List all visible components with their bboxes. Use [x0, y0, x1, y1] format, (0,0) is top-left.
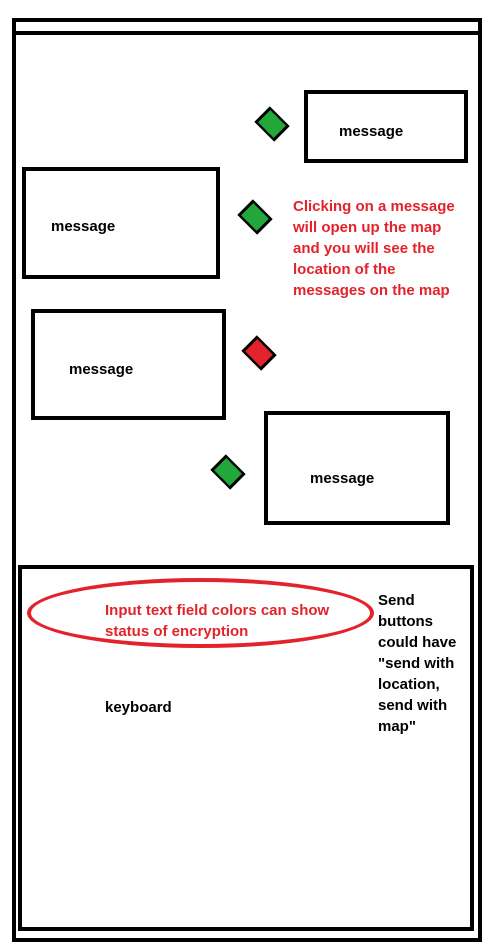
- annotation-line: Input text field colors can show: [105, 602, 330, 619]
- annotation-line: messages on the map: [293, 282, 450, 299]
- input-annotation: Input text field colors can show status …: [105, 600, 365, 642]
- annotation-line: location of the: [293, 261, 396, 278]
- annotation-line: buttons: [378, 613, 433, 630]
- annotation-line: status of encryption: [105, 623, 249, 640]
- annotation-line: location,: [378, 676, 440, 693]
- message-bubble[interactable]: message: [264, 411, 450, 525]
- annotation-line: and you will see the: [293, 240, 435, 257]
- status-bar-divider: [12, 31, 482, 35]
- keyboard-label: keyboard: [105, 699, 172, 716]
- annotation-line: "send with: [378, 655, 455, 672]
- message-bubble[interactable]: message: [31, 309, 226, 420]
- annotation-line: Send: [378, 592, 415, 609]
- map-annotation: Clicking on a message will open up the m…: [293, 196, 478, 301]
- annotation-line: map": [378, 718, 416, 735]
- annotation-line: will open up the map: [293, 219, 442, 236]
- message-label: message: [69, 361, 134, 378]
- message-label: message: [51, 218, 116, 235]
- message-label: message: [339, 123, 404, 140]
- message-label: message: [310, 470, 375, 487]
- message-bubble[interactable]: message: [22, 167, 220, 279]
- annotation-line: send with: [378, 697, 448, 714]
- annotation-line: Clicking on a message: [293, 198, 455, 215]
- message-bubble[interactable]: message: [304, 90, 468, 163]
- annotation-line: could have: [378, 634, 457, 651]
- send-buttons-annotation: Send buttons could have "send with locat…: [378, 590, 473, 737]
